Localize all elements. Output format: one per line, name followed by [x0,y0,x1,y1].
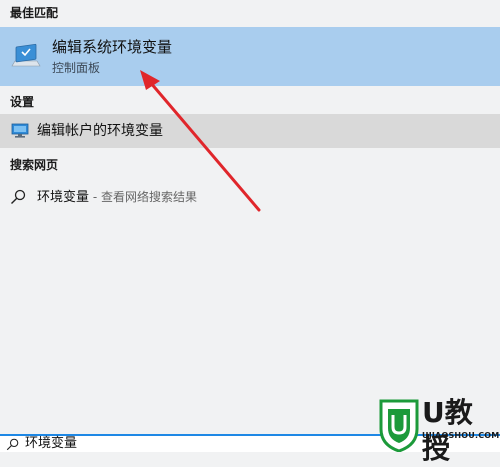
search-box-value: 环境变量 [25,436,78,451]
best-match-result[interactable]: 编辑系统环境变量 控制面板 [0,27,500,86]
best-match-title: 编辑系统环境变量 [52,38,173,56]
settings-result-user-env[interactable]: 编辑帐户的环境变量 [0,114,500,148]
web-search-result[interactable]: 环境变量 - 查看网络搜索结果 [0,183,500,211]
shield-logo-icon [379,399,419,452]
section-settings: 设置 [10,95,35,109]
search-icon [11,189,26,204]
computer-icon [11,43,41,67]
web-search-hint: - 查看网络搜索结果 [89,190,197,204]
web-search-query: 环境变量 - 查看网络搜索结果 [37,187,197,208]
watermark-logo: U教授 UJIAOSHOU.COM [378,395,500,465]
settings-result-label: 编辑帐户的环境变量 [37,123,163,139]
section-best-match: 最佳匹配 [10,6,59,20]
search-icon [6,438,19,451]
monitor-icon [11,123,29,138]
best-match-subtitle: 控制面板 [52,61,101,75]
section-web-search: 搜索网页 [10,158,59,172]
watermark-url: UJIAOSHOU.COM [422,431,500,440]
web-search-query-text: 环境变量 [37,190,90,205]
